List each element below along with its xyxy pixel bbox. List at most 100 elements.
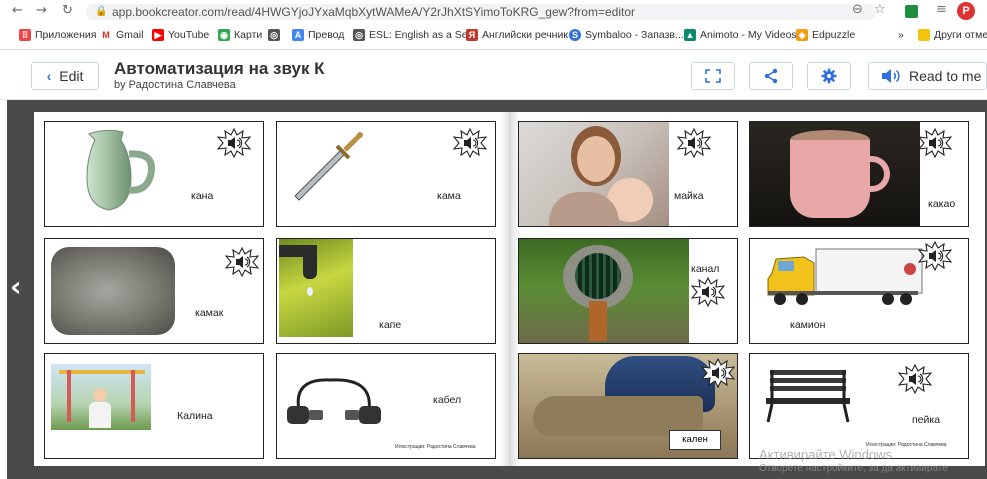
extension-icon[interactable] [905, 5, 918, 18]
read-to-me-button[interactable]: Read to me [868, 62, 987, 90]
sound-burst-icon[interactable] [918, 128, 952, 158]
bookmark-gmail[interactable]: M Gmail [100, 29, 143, 41]
list-icon[interactable]: ≡ [936, 2, 947, 17]
cocoa-mug-image [750, 122, 920, 226]
card-word: какао [928, 198, 956, 210]
stone-image [51, 247, 175, 335]
youtube-icon: ▶ [152, 29, 164, 41]
symbaloo-icon: S [569, 29, 581, 41]
dripping-tap-image [279, 239, 353, 337]
word-card-kamak[interactable]: камак [44, 238, 264, 344]
profile-avatar[interactable]: P [957, 2, 975, 20]
folder-icon [918, 29, 930, 41]
sound-burst-icon[interactable] [217, 128, 251, 158]
gmail-icon: M [100, 29, 112, 41]
speaker-icon [882, 69, 900, 83]
sound-burst-icon[interactable] [677, 128, 711, 158]
word-card-maika[interactable]: майка [518, 121, 738, 227]
card-word: кана [191, 190, 214, 202]
bookmark-esl[interactable]: ◎ ESL: English as a Se... [353, 29, 476, 41]
truck-image [767, 248, 923, 305]
fullscreen-button[interactable] [691, 62, 735, 90]
chevron-left-icon: ‹ [46, 68, 52, 84]
word-card-kanal[interactable]: канал [518, 238, 738, 344]
word-card-kape[interactable]: капе [276, 238, 496, 344]
translate-icon: A [292, 29, 304, 41]
sound-burst-icon[interactable] [691, 277, 725, 307]
star-icon[interactable]: ☆ [874, 2, 886, 17]
card-word: капе [379, 319, 402, 331]
card-word: майка [674, 190, 704, 202]
word-card-kamion[interactable]: камион [749, 238, 969, 344]
word-card-kalina[interactable]: Калина [44, 353, 264, 459]
share-button[interactable] [749, 62, 793, 90]
translate-icon: ◎ [268, 29, 280, 41]
card-word: камион [790, 319, 826, 331]
word-card-kama[interactable]: кама [276, 121, 496, 227]
bookmark-prevod[interactable]: A Превод [292, 29, 344, 41]
word-card-kalen[interactable]: кален [518, 353, 738, 459]
dagger-image [294, 132, 363, 201]
card-word: кален [669, 430, 721, 450]
bookmark-other[interactable]: Други отмет [918, 29, 987, 41]
apps-icon: ⠿ [19, 29, 31, 41]
sound-burst-icon[interactable] [453, 128, 487, 158]
maps-icon: ◉ [218, 29, 230, 41]
windows-watermark-subtitle: Отворете настройките, за да активирате [759, 463, 948, 474]
bookmarks-more[interactable]: » [898, 29, 904, 41]
bookmark-maps[interactable]: ◉ Карти [218, 29, 262, 41]
address-bar[interactable]: 🔒 app.bookcreator.com/read/4HWGYjoJYxaMq… [86, 4, 876, 20]
share-icon [764, 68, 778, 84]
lock-icon: 🔒 [95, 6, 108, 17]
read-to-me-label: Read to me [909, 68, 982, 84]
bookmark-edpuzzle[interactable]: ◆ Edpuzzle [796, 29, 855, 41]
jug-image [86, 129, 156, 211]
settings-button[interactable] [807, 62, 851, 90]
forward-icon[interactable]: → [36, 3, 47, 18]
zoom-icon[interactable]: ⊖ [852, 2, 863, 17]
fullscreen-icon [705, 69, 721, 83]
bookmark-animoto[interactable]: ▲ Animoto - My Videos [684, 29, 797, 41]
card-word: Калина [177, 410, 213, 422]
edit-button[interactable]: ‹ Edit [31, 62, 99, 90]
girl-playground-image [51, 364, 151, 430]
card-word: кабел [433, 394, 462, 406]
sound-burst-icon[interactable] [898, 364, 932, 394]
word-card-kana[interactable]: кана [44, 121, 264, 227]
mother-child-image [519, 122, 669, 226]
page-gutter [500, 112, 520, 466]
previous-page-arrow[interactable]: ‹ [10, 270, 22, 303]
browser-toolbar: ← → ↻ 🔒 app.bookcreator.com/read/4HWGYjo… [0, 0, 987, 22]
globe-icon: ◎ [353, 29, 365, 41]
card-word: канал [691, 263, 720, 275]
bench-image [766, 370, 850, 423]
bookmark-translate[interactable]: ◎ [268, 29, 280, 41]
sound-burst-icon[interactable] [918, 241, 952, 271]
bookmark-apps[interactable]: ⠿ Приложения [19, 29, 96, 41]
drain-pipe-image [519, 239, 689, 343]
bookmark-dictionary[interactable]: Я Английски речник [466, 29, 568, 41]
card-word: кама [437, 190, 461, 202]
dictionary-icon: Я [466, 29, 478, 41]
reload-icon[interactable]: ↻ [62, 3, 73, 18]
edpuzzle-icon: ◆ [796, 29, 808, 41]
word-card-peika[interactable]: пейка Илюстрации: Радостина Славчева [749, 353, 969, 459]
bookmark-youtube[interactable]: ▶ YouTube [152, 29, 209, 41]
bookmarks-bar: ⠿ Приложения M Gmail ▶ YouTube ◉ Карти ◎ A Пр… [0, 22, 987, 50]
back-icon[interactable]: ← [12, 3, 23, 18]
windows-watermark-title: Активирайте Windows [759, 447, 892, 462]
cable-image [287, 378, 381, 424]
card-word: камак [195, 307, 224, 319]
url-text: app.bookcreator.com/read/4HWGYjoJYxaMqbX… [112, 5, 635, 19]
word-card-kakao[interactable]: какао [749, 121, 969, 227]
illustration-credit: Илюстрации: Радостина Славчева [395, 444, 476, 450]
app-header: ‹ Edit Автоматизация на звук К by Радост… [0, 50, 987, 100]
sound-burst-icon[interactable] [225, 247, 259, 277]
sound-burst-icon[interactable] [701, 358, 735, 388]
animoto-icon: ▲ [684, 29, 696, 41]
word-card-kabel[interactable]: кабел Илюстрации: Радостина Славчева [276, 353, 496, 459]
bookmark-symbaloo[interactable]: S Symbaloo - Запазв... [569, 29, 684, 41]
edit-label: Edit [59, 68, 84, 84]
card-word: пейка [912, 414, 941, 426]
gear-icon [821, 68, 837, 84]
